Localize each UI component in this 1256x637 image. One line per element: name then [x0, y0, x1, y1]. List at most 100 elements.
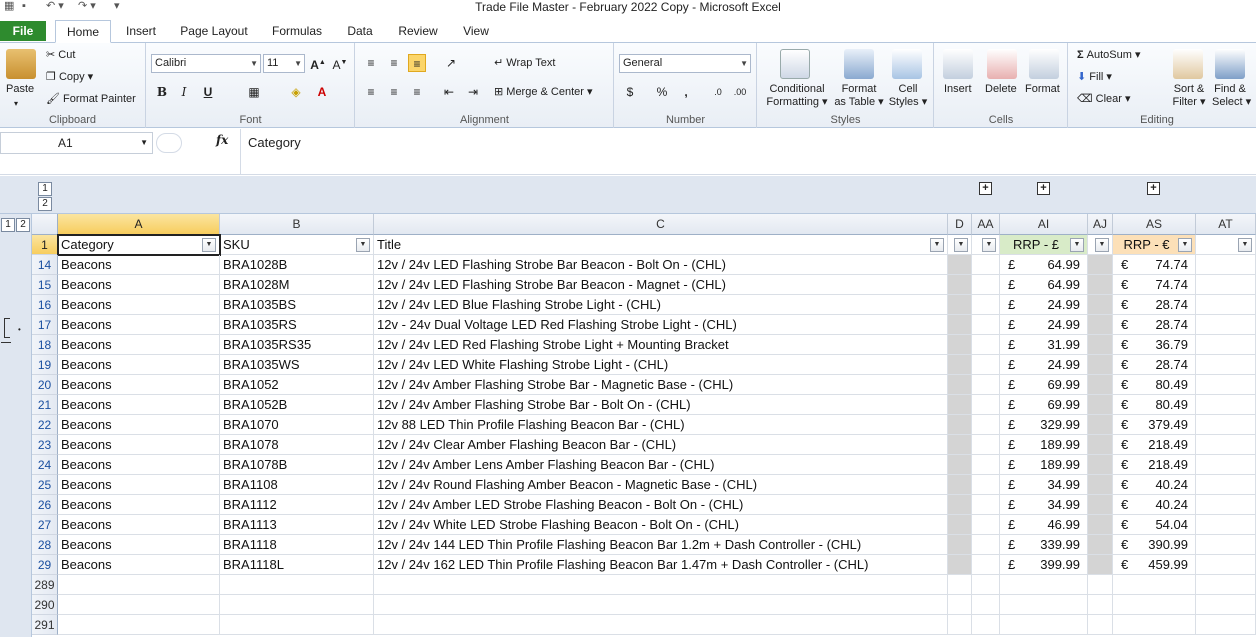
- cell-at[interactable]: [1196, 255, 1256, 275]
- increase-decimal-icon[interactable]: .0: [709, 83, 727, 101]
- cell-category[interactable]: [58, 575, 220, 595]
- tab-file[interactable]: File: [0, 21, 46, 41]
- autosum-button[interactable]: Σ AutoSum ▾: [1077, 49, 1141, 62]
- cell-d[interactable]: [948, 615, 972, 635]
- row-header[interactable]: 16: [32, 295, 58, 315]
- header-cell-title[interactable]: Title ▼: [374, 235, 948, 255]
- cell-aa[interactable]: [972, 335, 1000, 355]
- cell-aa[interactable]: [972, 595, 1000, 615]
- decrease-decimal-icon[interactable]: .00: [731, 83, 749, 101]
- cell-d[interactable]: [948, 355, 972, 375]
- cell-title[interactable]: 12v / 24v Amber LED Strobe Flashing Beac…: [374, 495, 948, 515]
- cell-title[interactable]: 12v / 24v 162 LED Thin Profile Flashing …: [374, 555, 948, 575]
- cell-rrp-eur[interactable]: €379.49: [1113, 415, 1196, 435]
- cell-rrp-gbp[interactable]: £24.99: [1000, 295, 1088, 315]
- cell-rrp-eur[interactable]: €74.74: [1113, 255, 1196, 275]
- format-cells-icon[interactable]: [1029, 49, 1059, 79]
- cell-rrp-eur[interactable]: €28.74: [1113, 315, 1196, 335]
- cell-d[interactable]: [948, 435, 972, 455]
- conditional-formatting-icon[interactable]: [780, 49, 810, 79]
- cell-rrp-gbp[interactable]: [1000, 575, 1088, 595]
- tab-review[interactable]: Review: [392, 20, 444, 43]
- cell-aj[interactable]: [1088, 295, 1113, 315]
- cell-aj[interactable]: [1088, 335, 1113, 355]
- filter-dropdown-icon[interactable]: ▼: [1238, 238, 1252, 252]
- cell-aj[interactable]: [1088, 535, 1113, 555]
- cell-sku[interactable]: BRA1113: [220, 515, 374, 535]
- cell-aa[interactable]: [972, 555, 1000, 575]
- orientation-icon[interactable]: ↗: [442, 54, 460, 72]
- cell-at[interactable]: [1196, 455, 1256, 475]
- cell-title[interactable]: 12v / 24v Amber Lens Amber Flashing Beac…: [374, 455, 948, 475]
- cell-at[interactable]: [1196, 375, 1256, 395]
- cell-category[interactable]: Beacons: [58, 255, 220, 275]
- cell-rrp-gbp[interactable]: £31.99: [1000, 335, 1088, 355]
- header-cell-rrp-eur[interactable]: RRP - € ▼: [1113, 235, 1196, 255]
- cell-sku[interactable]: BRA1035RS: [220, 315, 374, 335]
- cell-d[interactable]: [948, 395, 972, 415]
- cell-aj[interactable]: [1088, 375, 1113, 395]
- font-color-icon[interactable]: A: [313, 83, 331, 101]
- cell-title[interactable]: 12v 88 LED Thin Profile Flashing Beacon …: [374, 415, 948, 435]
- header-cell-d[interactable]: ▼: [948, 235, 972, 255]
- cell-title[interactable]: 12v / 24v LED White Flashing Strobe Ligh…: [374, 355, 948, 375]
- cell-title[interactable]: 12v / 24v Amber Flashing Strobe Bar - Bo…: [374, 395, 948, 415]
- header-cell-rrp-gbp[interactable]: RRP - £ ▼: [1000, 235, 1088, 255]
- row-header[interactable]: 29: [32, 555, 58, 575]
- cell-sku[interactable]: [220, 595, 374, 615]
- tab-view[interactable]: View: [456, 20, 496, 43]
- cell-title[interactable]: 12v / 24v LED Red Flashing Strobe Light …: [374, 335, 948, 355]
- cell-d[interactable]: [948, 255, 972, 275]
- cell-at[interactable]: [1196, 435, 1256, 455]
- header-cell-sku[interactable]: SKU ▼: [220, 235, 374, 255]
- row-header[interactable]: 20: [32, 375, 58, 395]
- comma-button[interactable]: ,: [677, 83, 695, 101]
- cell-category[interactable]: Beacons: [58, 335, 220, 355]
- cell-aj[interactable]: [1088, 515, 1113, 535]
- copy-button[interactable]: ❐ Copy ▾: [46, 71, 93, 84]
- cell-category[interactable]: Beacons: [58, 475, 220, 495]
- cell-sku[interactable]: BRA1035RS35: [220, 335, 374, 355]
- cell-category[interactable]: Beacons: [58, 515, 220, 535]
- cell-sku[interactable]: BRA1035BS: [220, 295, 374, 315]
- cell-aa[interactable]: [972, 375, 1000, 395]
- cell-title[interactable]: 12v / 24v Round Flashing Amber Beacon - …: [374, 475, 948, 495]
- cell-category[interactable]: [58, 615, 220, 635]
- cell-d[interactable]: [948, 495, 972, 515]
- row-level-1-button[interactable]: 1: [1, 218, 15, 232]
- row-header[interactable]: 289: [32, 575, 58, 595]
- align-center-icon[interactable]: ≡: [385, 83, 403, 101]
- cell-rrp-eur[interactable]: €74.74: [1113, 275, 1196, 295]
- cell-aa[interactable]: [972, 255, 1000, 275]
- row-header[interactable]: 290: [32, 595, 58, 615]
- delete-cells-icon[interactable]: [987, 49, 1017, 79]
- cell-rrp-gbp[interactable]: £24.99: [1000, 315, 1088, 335]
- column-header-ai[interactable]: AI: [1000, 214, 1088, 235]
- cell-category[interactable]: Beacons: [58, 435, 220, 455]
- row-header[interactable]: 24: [32, 455, 58, 475]
- insert-cells-icon[interactable]: [943, 49, 973, 79]
- header-cell-at[interactable]: ▼: [1196, 235, 1256, 255]
- cell-aj[interactable]: [1088, 315, 1113, 335]
- tab-page-layout[interactable]: Page Layout: [176, 20, 252, 43]
- cell-sku[interactable]: BRA1070: [220, 415, 374, 435]
- borders-icon[interactable]: ▦: [245, 83, 263, 101]
- sort-filter-icon[interactable]: [1173, 49, 1203, 79]
- cell-category[interactable]: Beacons: [58, 455, 220, 475]
- cell-at[interactable]: [1196, 355, 1256, 375]
- cell-aa[interactable]: [972, 415, 1000, 435]
- column-header-d[interactable]: D: [948, 214, 972, 235]
- conditional-formatting-button[interactable]: Conditional Formatting ▾: [766, 83, 828, 109]
- cell-rrp-gbp[interactable]: £339.99: [1000, 535, 1088, 555]
- cell-d[interactable]: [948, 335, 972, 355]
- cell-category[interactable]: Beacons: [58, 295, 220, 315]
- row-header[interactable]: 22: [32, 415, 58, 435]
- filter-dropdown-icon[interactable]: ▼: [1178, 238, 1192, 252]
- cell-rrp-eur[interactable]: €218.49: [1113, 455, 1196, 475]
- filter-active-icon[interactable]: ▼: [202, 238, 216, 252]
- insert-function-button[interactable]: fx: [216, 133, 228, 147]
- cell-aa[interactable]: [972, 295, 1000, 315]
- cell-sku[interactable]: [220, 615, 374, 635]
- cell-aa[interactable]: [972, 435, 1000, 455]
- cell-title[interactable]: 12v / 24v Clear Amber Flashing Beacon Ba…: [374, 435, 948, 455]
